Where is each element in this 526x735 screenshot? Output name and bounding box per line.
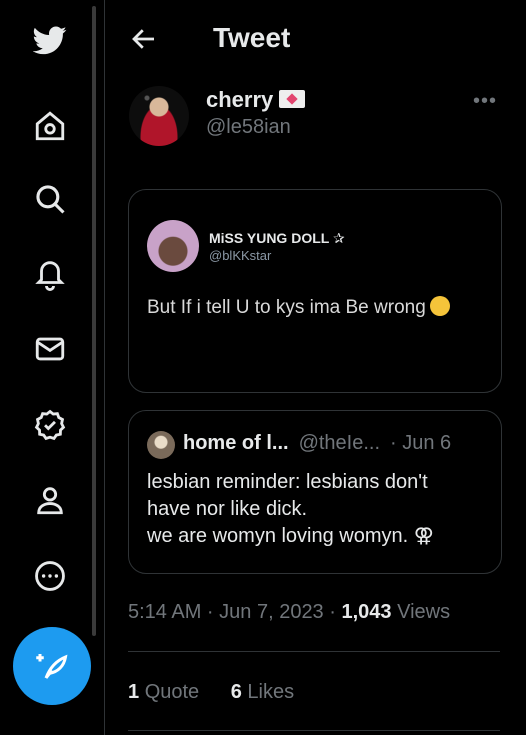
more-options-button[interactable]: ••• bbox=[473, 90, 497, 113]
media-name: MiSS YUNG DOLL ✰ bbox=[209, 230, 345, 246]
divider bbox=[128, 730, 500, 731]
quoted-avatar bbox=[147, 431, 175, 459]
quoted-text: lesbian reminder: lesbians don't have no… bbox=[147, 469, 492, 550]
compose-tweet-icon bbox=[36, 654, 68, 679]
tweet-stats: 1 Quote 6 Likes bbox=[128, 681, 294, 704]
back-arrow-icon[interactable] bbox=[129, 24, 159, 54]
quoted-date: · Jun 6 bbox=[390, 432, 452, 454]
quoted-line: we are womyn loving womyn. ⚢ bbox=[147, 525, 434, 547]
profile-person-icon[interactable] bbox=[28, 478, 72, 522]
media-avatar bbox=[147, 220, 199, 272]
author-name[interactable]: cherry bbox=[206, 87, 306, 113]
media-text: But If i tell U to kys ima Be wrong bbox=[147, 296, 450, 319]
divider bbox=[128, 651, 500, 652]
quoted-handle: @theIe... bbox=[298, 432, 381, 454]
quoted-header: home of l... @theIe... · Jun 6 bbox=[183, 432, 451, 455]
verified-badge-icon[interactable] bbox=[28, 403, 72, 447]
page-title: Tweet bbox=[213, 22, 291, 53]
notifications-bell-icon[interactable] bbox=[28, 252, 72, 296]
tweet-meta: 5:14 AM · Jun 7, 2023 · 1,043 Views bbox=[128, 601, 450, 624]
more-circle-icon[interactable] bbox=[28, 554, 72, 598]
author-name-text: cherry bbox=[206, 87, 274, 112]
messages-envelope-icon[interactable] bbox=[28, 327, 72, 371]
quoted-line: have nor like dick. bbox=[147, 498, 308, 520]
sidebar-scrollbar[interactable] bbox=[92, 6, 96, 636]
quoted-tweet[interactable]: home of l... @theIe... · Jun 6 lesbian rem… bbox=[128, 410, 502, 574]
author-handle[interactable]: @le58ian bbox=[206, 116, 291, 139]
quotes-stat[interactable]: 1 Quote bbox=[128, 681, 199, 703]
search-icon[interactable] bbox=[28, 177, 72, 221]
quoted-line: lesbian reminder: lesbians don't bbox=[147, 471, 428, 493]
views-count: 1,043 bbox=[341, 601, 392, 623]
tweet-timestamp[interactable]: 5:14 AM · Jun 7, 2023 · bbox=[128, 601, 336, 623]
home-icon[interactable] bbox=[28, 104, 72, 148]
header: Tweet bbox=[105, 0, 526, 80]
tweet-media-image[interactable]: MiSS YUNG DOLL ✰ @blKKstar But If i tell… bbox=[128, 189, 502, 393]
twitter-bird-icon[interactable] bbox=[28, 18, 72, 62]
quoted-name: home of l... bbox=[183, 432, 289, 454]
media-handle: @blKKstar bbox=[209, 248, 272, 263]
confused-face-emoji-icon bbox=[429, 296, 450, 316]
views-label: Views bbox=[397, 601, 451, 623]
sidebar bbox=[0, 0, 105, 735]
love-letter-emoji-icon bbox=[279, 90, 306, 108]
main-column: Tweet cherry @le58ian ••• MiSS YUNG DOLL… bbox=[105, 0, 526, 735]
author-avatar[interactable] bbox=[129, 86, 189, 146]
compose-tweet-button[interactable] bbox=[13, 627, 91, 705]
likes-stat[interactable]: 6 Likes bbox=[231, 681, 294, 703]
